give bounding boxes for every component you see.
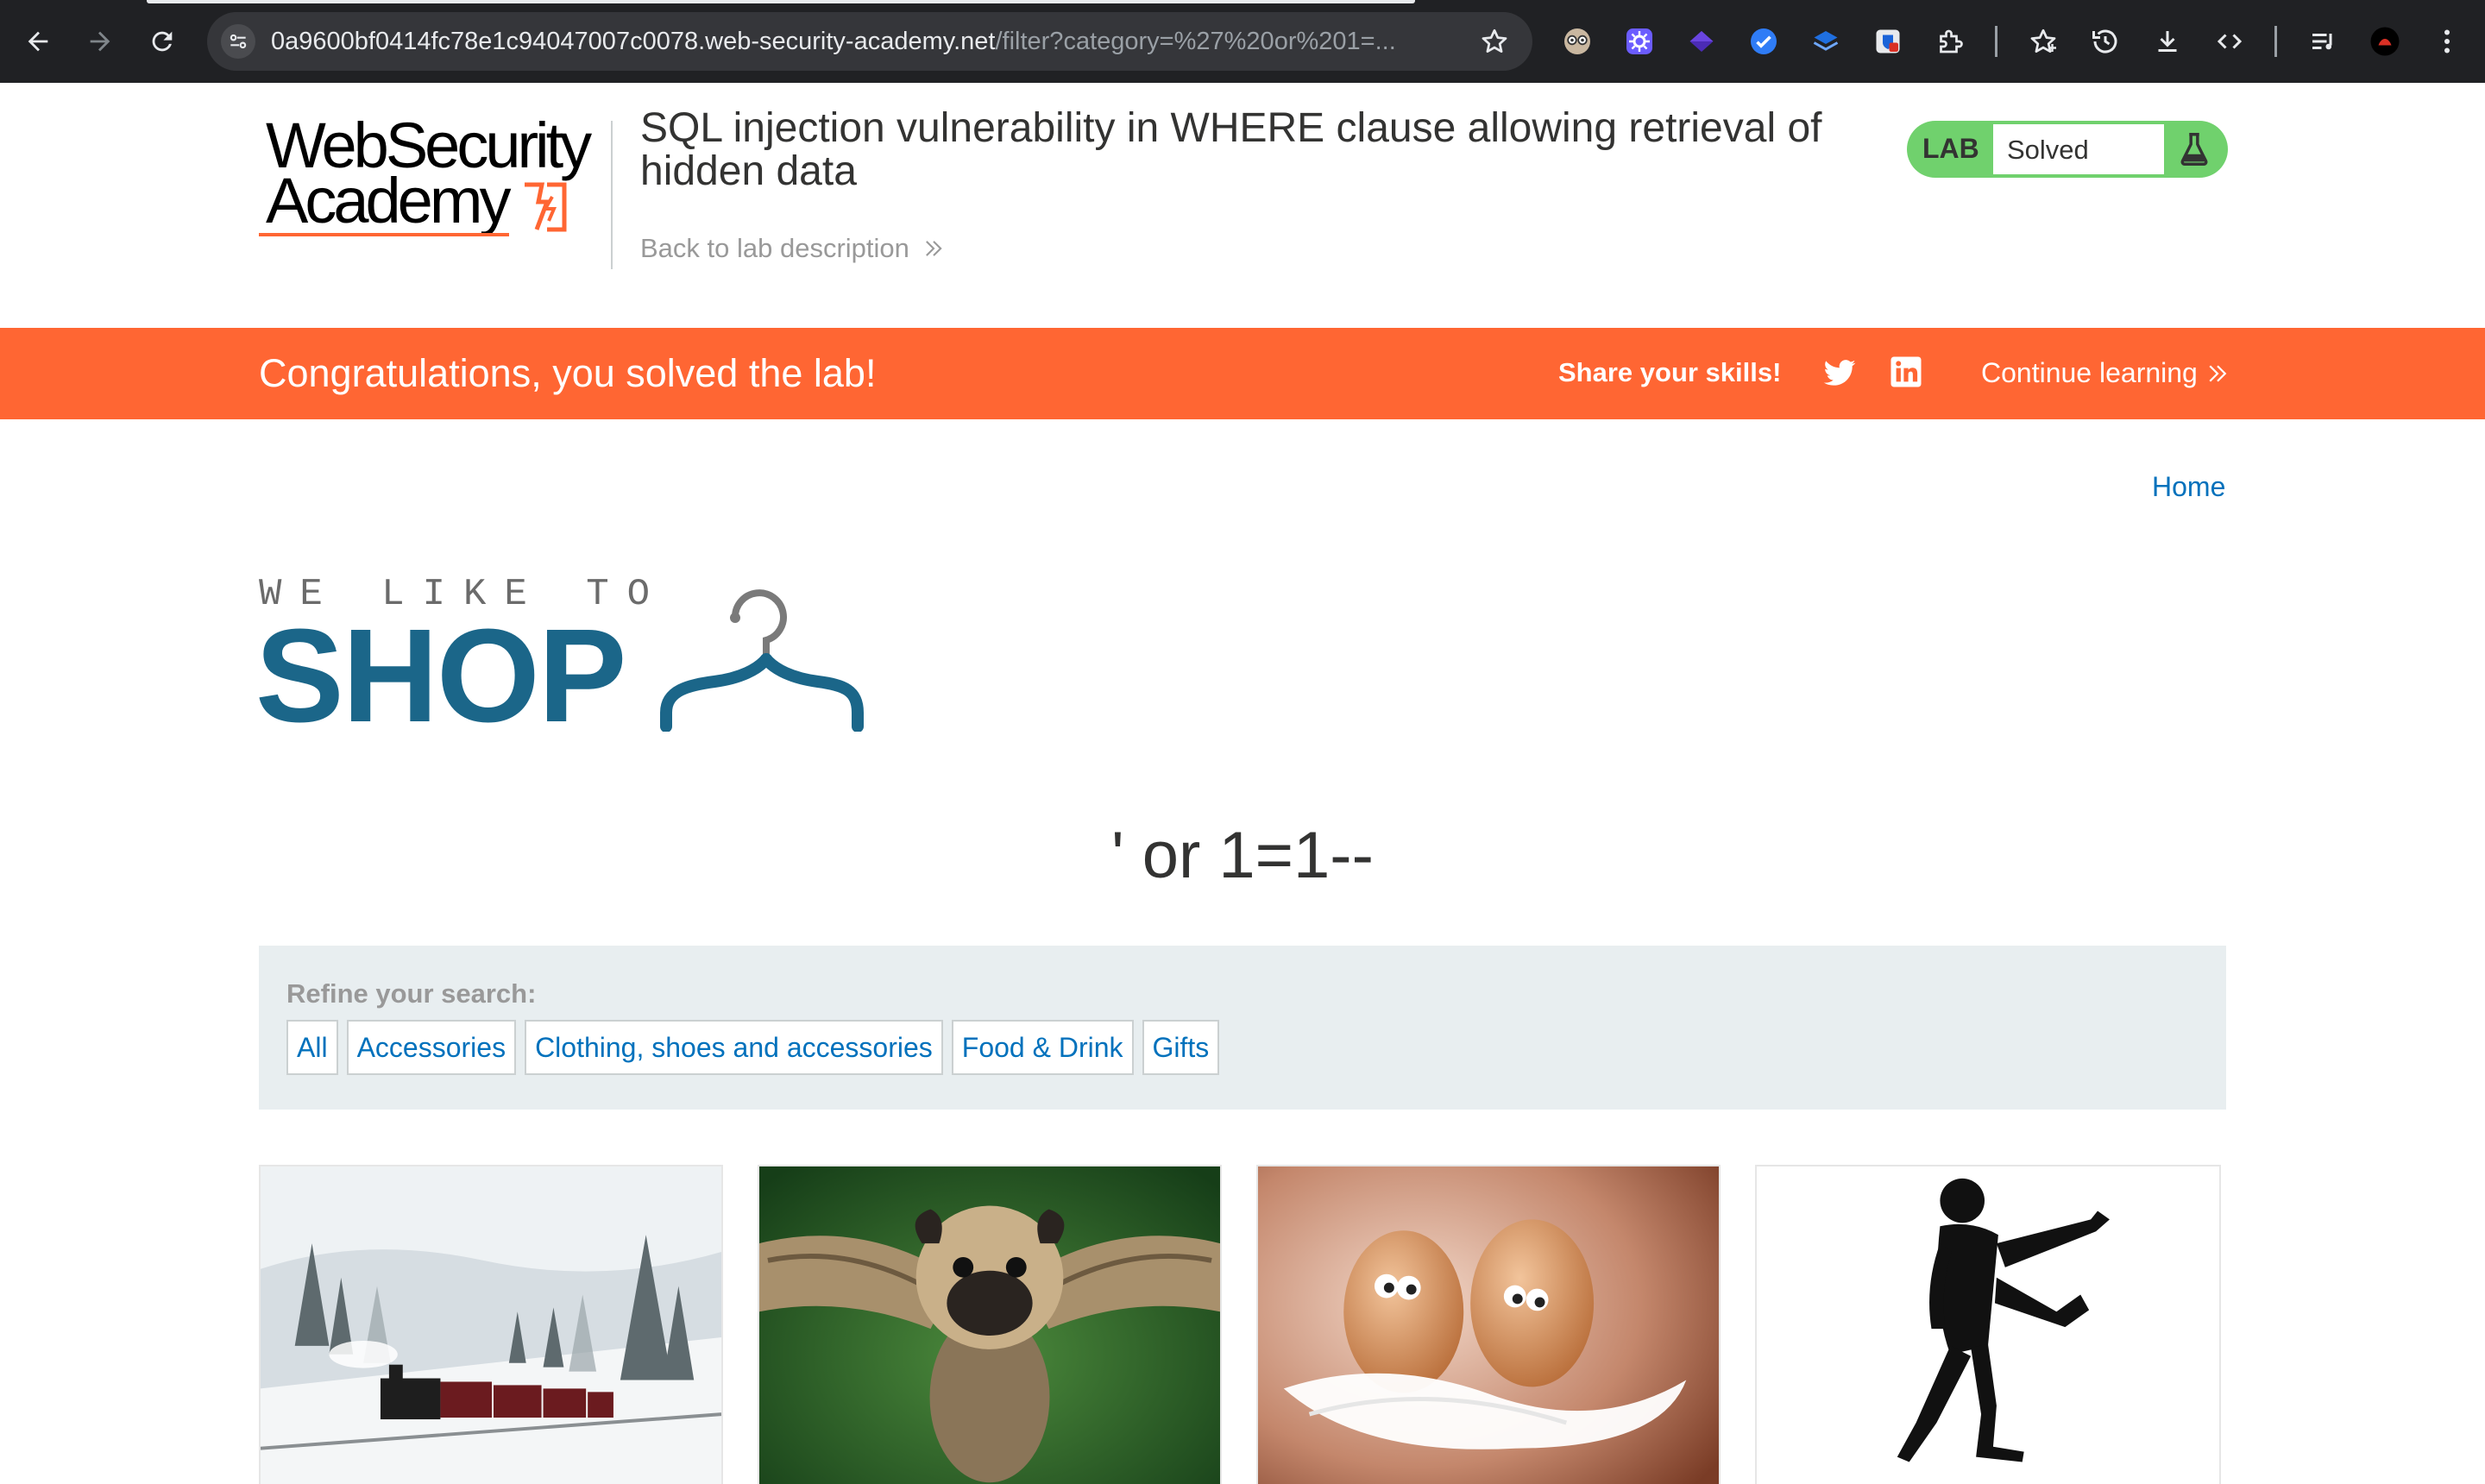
extension-layers-icon[interactable] [1807,22,1845,60]
congrats-message: Congratulations, you solved the lab! [259,351,877,395]
web-security-academy-logo[interactable]: WebSecurity Academy [259,114,607,261]
product-grid [259,1165,2226,1484]
share-skills-label: Share your skills! [1558,357,1782,387]
devtools-code-icon[interactable] [2211,22,2249,60]
url-host: 0a9600bf0414fc78e1c94047007c0078.web-sec… [271,28,996,55]
site-info-icon[interactable] [221,24,255,59]
linkedin-icon[interactable] [1888,354,1924,390]
browser-toolbar: 0a9600bf0414fc78e1c94047007c0078.web-sec… [0,0,2485,83]
address-bar[interactable]: 0a9600bf0414fc78e1c94047007c0078.web-sec… [207,12,1532,71]
toolbar-divider [2274,26,2277,57]
profile-avatar-icon[interactable] [2366,22,2404,60]
extension-check-icon[interactable] [1745,22,1783,60]
product-image-flying-pug[interactable] [758,1165,1222,1484]
lab-status-text: Solved [2007,135,2089,165]
extension-owl-icon[interactable] [1558,22,1596,60]
back-button[interactable] [16,19,60,64]
twitter-icon[interactable] [1821,354,1859,392]
extension-gear-icon[interactable] [1620,22,1658,60]
shop-brand: SHOP [255,601,626,750]
extensions-puzzle-icon[interactable] [1931,22,1969,60]
reload-icon [152,31,173,52]
filter-all[interactable]: All [286,1020,338,1075]
lab-header: WebSecurity Academy SQL injection vulner… [0,83,2485,328]
hanger-icon [660,589,864,732]
reload-button[interactable] [140,19,185,64]
continue-learning-label: Continue learning [1981,357,2198,388]
product-image-eggs[interactable] [1256,1165,1721,1484]
extension-shield-icon[interactable] [1869,22,1907,60]
url-path: /filter?category=%27%20or%201=... [995,28,1396,55]
browser-menu-icon[interactable] [2428,22,2466,60]
download-icon[interactable] [2148,22,2186,60]
continue-learning-link[interactable]: Continue learning [1981,357,2230,389]
history-icon[interactable] [2086,22,2124,60]
bookmark-star-icon[interactable] [1479,26,1510,57]
filter-accessories[interactable]: Accessories [346,1020,517,1075]
filter-gifts[interactable]: Gifts [1142,1020,1220,1075]
refine-search-label: Refine your search: [286,978,537,1009]
forward-button[interactable] [78,19,123,64]
lab-status-box: Solved [1993,124,2164,174]
flask-icon [2180,133,2208,166]
header-separator [611,121,613,269]
product-image-silhouette[interactable] [1755,1165,2221,1484]
lab-solved-banner: Congratulations, you solved the lab! Sha… [0,328,2485,419]
url-text[interactable]: 0a9600bf0414fc78e1c94047007c0078.web-sec… [271,27,1396,56]
filter-clothing-shoes-accessories[interactable]: Clothing, shoes and accessories [525,1020,943,1075]
search-term-heading: ' or 1=1-- [1111,819,1374,892]
back-to-lab-description-link[interactable]: Back to lab description [640,233,946,264]
arrow-left-icon [28,31,48,52]
double-chevron-right-icon [925,241,942,256]
arrow-right-icon [90,31,110,52]
logo-bolt-icon [525,182,567,232]
bookmarks-star-icon[interactable] [2024,22,2062,60]
extension-diamond-icon[interactable] [1683,22,1721,60]
refine-search-panel: Refine your search: All Accessories Clot… [259,946,2226,1110]
double-chevron-right-icon [2209,364,2227,382]
logo-underline [259,233,509,236]
lab-badge: LAB [1922,133,1979,164]
lab-title: SQL injection vulnerability in WHERE cla… [640,105,1822,194]
category-filters: All Accessories Clothing, shoes and acce… [286,1020,1220,1075]
home-link[interactable]: Home [2152,471,2225,503]
active-tab-edge [147,0,1415,3]
filter-food-drink[interactable]: Food & Drink [951,1020,1134,1075]
product-image-train[interactable] [259,1165,723,1484]
toolbar-divider [1995,26,1997,57]
media-controls-icon[interactable] [2304,22,2342,60]
lab-status-widget: LAB Solved [1907,121,2228,178]
logo-line-2: Academy [266,165,511,236]
back-link-label: Back to lab description [640,233,909,263]
